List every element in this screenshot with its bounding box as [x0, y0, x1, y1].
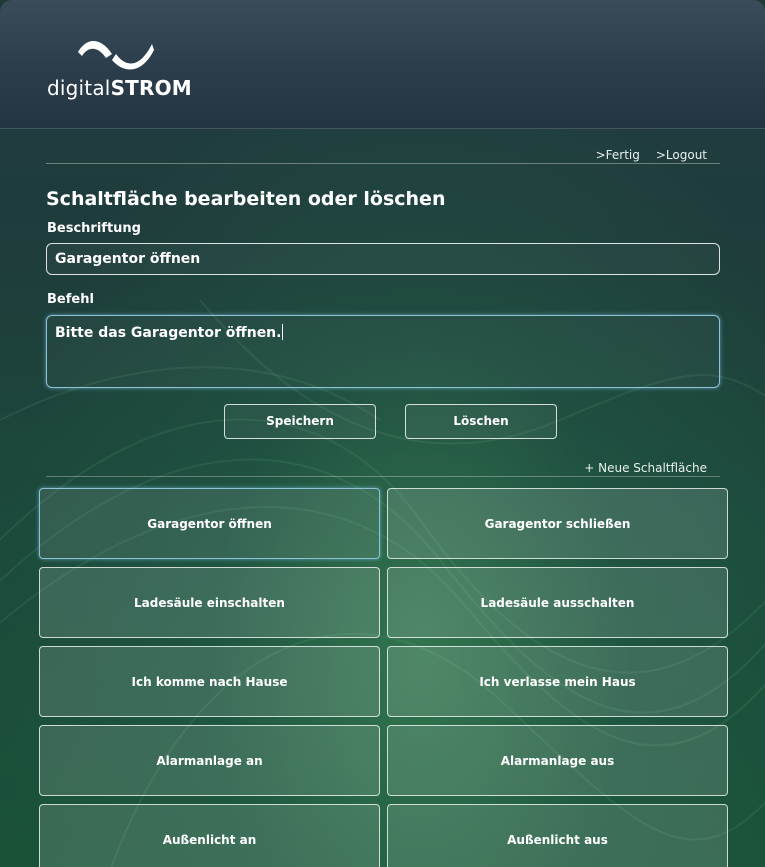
tile-charger-on[interactable]: Ladesäule einschalten	[39, 567, 380, 638]
text-caret	[282, 324, 284, 340]
logo-text-digital: digital	[47, 76, 111, 100]
app-window: digitalSTROM >Fertig >Logout Schaltfläche…	[0, 0, 765, 867]
tile-label: Alarmanlage an	[156, 753, 263, 768]
done-link[interactable]: >Fertig	[596, 148, 640, 162]
command-label: Befehl	[47, 292, 94, 307]
page-title: Schaltfläche bearbeiten oder löschen	[46, 188, 446, 210]
digitalstrom-wave-icon	[78, 41, 154, 70]
tile-label: Garagentor öffnen	[147, 516, 272, 531]
logo-text-strom: STROM	[110, 76, 192, 100]
new-button-link[interactable]: + Neue Schaltfläche	[584, 461, 707, 475]
caption-input-value: Garagentor öffnen	[55, 251, 201, 267]
tile-label: Garagentor schließen	[484, 516, 631, 531]
command-textarea[interactable]: Bitte das Garagentor öffnen.	[46, 315, 720, 388]
tile-leaving-home[interactable]: Ich verlasse mein Haus	[387, 646, 728, 717]
tile-garage-close[interactable]: Garagentor schließen	[387, 488, 728, 559]
section-divider	[46, 476, 720, 477]
caption-label: Beschriftung	[47, 221, 141, 236]
top-nav: >Fertig >Logout	[580, 148, 707, 162]
header: digitalSTROM	[0, 0, 765, 129]
tile-label: Außenlicht aus	[507, 832, 608, 847]
tile-label: Alarmanlage aus	[500, 753, 615, 768]
tile-label: Ladesäule ausschalten	[480, 595, 635, 610]
tile-alarm-off[interactable]: Alarmanlage aus	[387, 725, 728, 796]
tile-garage-open[interactable]: Garagentor öffnen	[39, 488, 380, 559]
delete-button[interactable]: Löschen	[405, 404, 557, 439]
caption-input[interactable]: Garagentor öffnen	[46, 243, 720, 275]
command-textarea-value: Bitte das Garagentor öffnen.	[55, 325, 282, 341]
tile-outdoor-light-on[interactable]: Außenlicht an	[39, 804, 380, 867]
tile-outdoor-light-off[interactable]: Außenlicht aus	[387, 804, 728, 867]
logout-link[interactable]: >Logout	[656, 148, 707, 162]
tile-label: Ladesäule einschalten	[134, 595, 285, 610]
tile-label: Ich komme nach Hause	[131, 674, 288, 689]
tile-label: Ich verlasse mein Haus	[479, 674, 636, 689]
top-divider	[46, 163, 720, 164]
logo-wordmark: digitalSTROM	[47, 76, 192, 100]
save-button[interactable]: Speichern	[224, 404, 376, 439]
tile-alarm-on[interactable]: Alarmanlage an	[39, 725, 380, 796]
tile-coming-home[interactable]: Ich komme nach Hause	[39, 646, 380, 717]
tile-charger-off[interactable]: Ladesäule ausschalten	[387, 567, 728, 638]
tile-label: Außenlicht an	[162, 832, 257, 847]
